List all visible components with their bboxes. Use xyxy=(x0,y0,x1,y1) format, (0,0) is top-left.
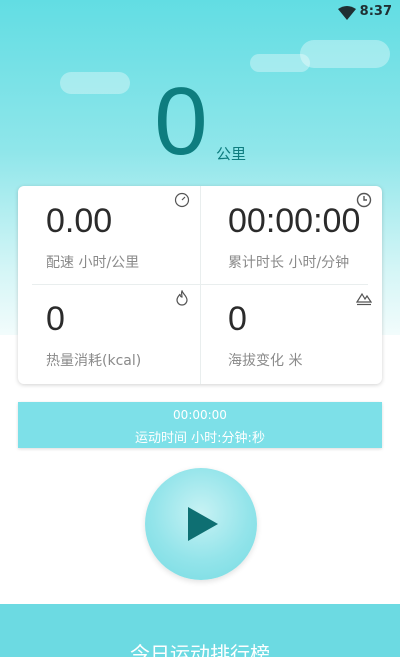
play-icon xyxy=(188,507,218,541)
stat-calories: 0 热量消耗(kcal) xyxy=(18,284,200,382)
stat-duration: 00:00:00 累计时长 小时/分钟 xyxy=(200,186,382,284)
stat-elevation: 0 海拔变化 米 xyxy=(200,284,382,382)
status-time: 8:37 xyxy=(359,4,392,19)
stat-pace: 0.00 配速 小时/公里 xyxy=(18,186,200,284)
run-timer-bar: 00:00:00 运动时间 小时:分钟:秒 xyxy=(18,402,382,448)
stats-card: 0.00 配速 小时/公里 00:00:00 累计时长 小时/分钟 0 热量消耗… xyxy=(18,186,382,384)
distance-unit: 公里 xyxy=(216,145,247,163)
cloud-decoration xyxy=(300,40,390,68)
stat-label: 累计时长 小时/分钟 xyxy=(228,255,350,271)
wifi-icon xyxy=(338,6,356,20)
stat-value: 0.00 xyxy=(46,202,113,240)
stat-value: 00:00:00 xyxy=(228,202,361,240)
run-timer-value: 00:00:00 xyxy=(173,408,227,422)
status-bar: 8:37 xyxy=(0,0,400,26)
start-button[interactable] xyxy=(145,468,257,580)
distance-value: 0 xyxy=(154,68,208,175)
ranking-tab-label: 今日运动排行榜 xyxy=(130,642,270,666)
speedometer-icon xyxy=(174,192,190,208)
stat-value: 0 xyxy=(228,300,247,338)
mountain-icon xyxy=(356,292,372,306)
flame-icon xyxy=(176,290,188,306)
clock-icon xyxy=(356,192,372,208)
cloud-decoration xyxy=(250,54,310,72)
stat-value: 0 xyxy=(46,300,65,338)
cloud-decoration xyxy=(60,72,130,94)
stat-label: 海拔变化 米 xyxy=(228,353,303,369)
run-timer-label: 运动时间 小时:分钟:秒 xyxy=(135,431,265,446)
ranking-tab[interactable]: 今日运动排行榜 xyxy=(0,604,400,666)
stat-label: 配速 小时/公里 xyxy=(46,255,140,271)
stat-label: 热量消耗(kcal) xyxy=(46,353,142,369)
